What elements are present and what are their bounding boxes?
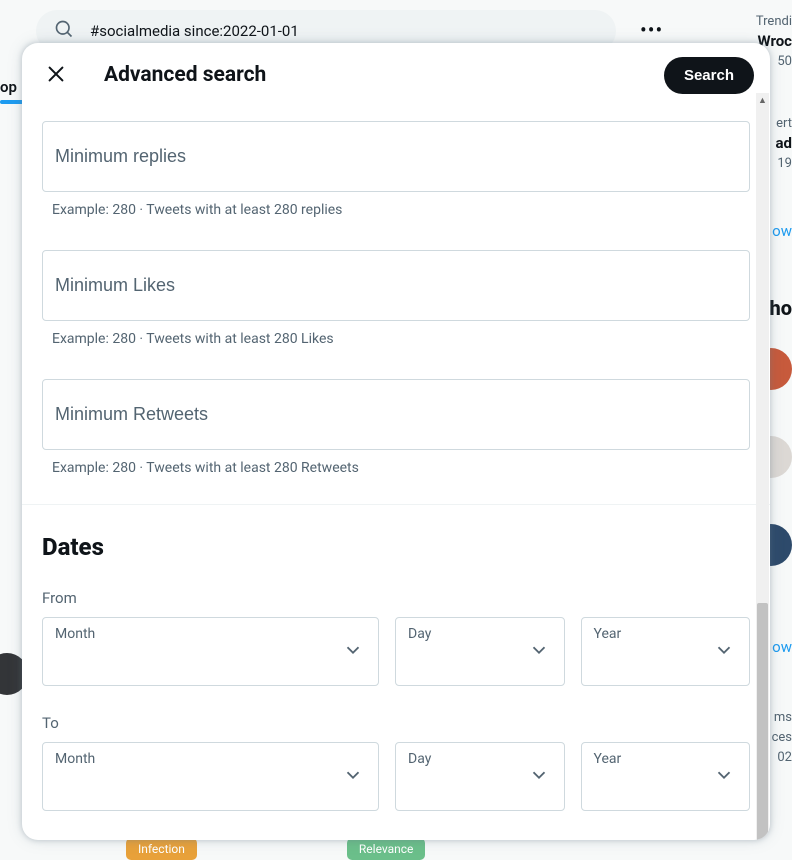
min-replies-field: Example: 280 · Tweets with at least 280 …	[42, 121, 750, 218]
chip-infection: Infection	[126, 838, 197, 860]
to-year-select-wrap: Year	[581, 742, 751, 811]
scroll-up-arrow[interactable]: ▲	[758, 95, 767, 106]
to-date-row: Month Day Year	[42, 742, 750, 811]
min-retweets-hint: Example: 280 · Tweets with at least 280 …	[42, 460, 750, 476]
divider	[22, 504, 770, 505]
chip-relevance: Relevance	[347, 838, 426, 860]
search-query-text: #socialmedia since:2022-01-01	[90, 22, 299, 40]
min-likes-input[interactable]	[42, 250, 750, 321]
footer-link[interactable]: 02	[777, 750, 792, 765]
ent-count: 19	[777, 156, 792, 171]
min-replies-input[interactable]	[42, 121, 750, 192]
to-month-select-wrap: Month	[42, 742, 379, 811]
show-more-link-2[interactable]: ow	[772, 638, 792, 656]
footer-link[interactable]: ces	[772, 730, 792, 745]
to-year-select[interactable]	[582, 743, 750, 810]
footer-link[interactable]: ms	[774, 710, 792, 725]
ent-label: ert	[776, 116, 792, 131]
min-replies-hint: Example: 280 · Tweets with at least 280 …	[42, 202, 750, 218]
close-icon	[45, 63, 67, 88]
modal-body: Example: 280 · Tweets with at least 280 …	[22, 107, 770, 840]
tab-top[interactable]: op	[0, 78, 17, 96]
trending-label: Trendi	[756, 14, 792, 29]
search-icon	[54, 19, 74, 43]
from-day-select[interactable]	[396, 618, 564, 685]
trending-count: 50	[777, 54, 792, 69]
to-day-select[interactable]	[396, 743, 564, 810]
from-month-select[interactable]	[43, 618, 378, 685]
close-button[interactable]	[38, 57, 74, 93]
min-retweets-input[interactable]	[42, 379, 750, 450]
dates-heading: Dates	[42, 533, 750, 561]
who-to-follow-heading: ho	[769, 296, 792, 320]
to-day-select-wrap: Day	[395, 742, 565, 811]
min-retweets-field: Example: 280 · Tweets with at least 280 …	[42, 379, 750, 476]
min-likes-field: Example: 280 · Tweets with at least 280 …	[42, 250, 750, 347]
search-button[interactable]: Search	[664, 57, 754, 94]
modal-header: Advanced search Search	[22, 43, 770, 107]
from-date-row: Month Day Year	[42, 617, 750, 686]
from-year-select[interactable]	[582, 618, 750, 685]
from-year-select-wrap: Year	[581, 617, 751, 686]
scrollbar[interactable]: ▲ ▼	[756, 93, 769, 840]
from-day-select-wrap: Day	[395, 617, 565, 686]
modal-title: Advanced search	[104, 63, 266, 87]
show-more-link-1[interactable]: ow	[772, 222, 792, 240]
min-likes-hint: Example: 280 · Tweets with at least 280 …	[42, 331, 750, 347]
advanced-search-modal: Advanced search Search Example: 280 · Tw…	[22, 43, 770, 840]
background-chips: Infection Relevance	[126, 838, 425, 860]
to-label: To	[42, 714, 750, 732]
from-month-select-wrap: Month	[42, 617, 379, 686]
from-label: From	[42, 589, 750, 607]
scrollbar-thumb[interactable]	[757, 603, 768, 840]
more-icon[interactable]: •••	[640, 18, 663, 42]
to-month-select[interactable]	[43, 743, 378, 810]
ent-title[interactable]: ad	[776, 134, 792, 152]
